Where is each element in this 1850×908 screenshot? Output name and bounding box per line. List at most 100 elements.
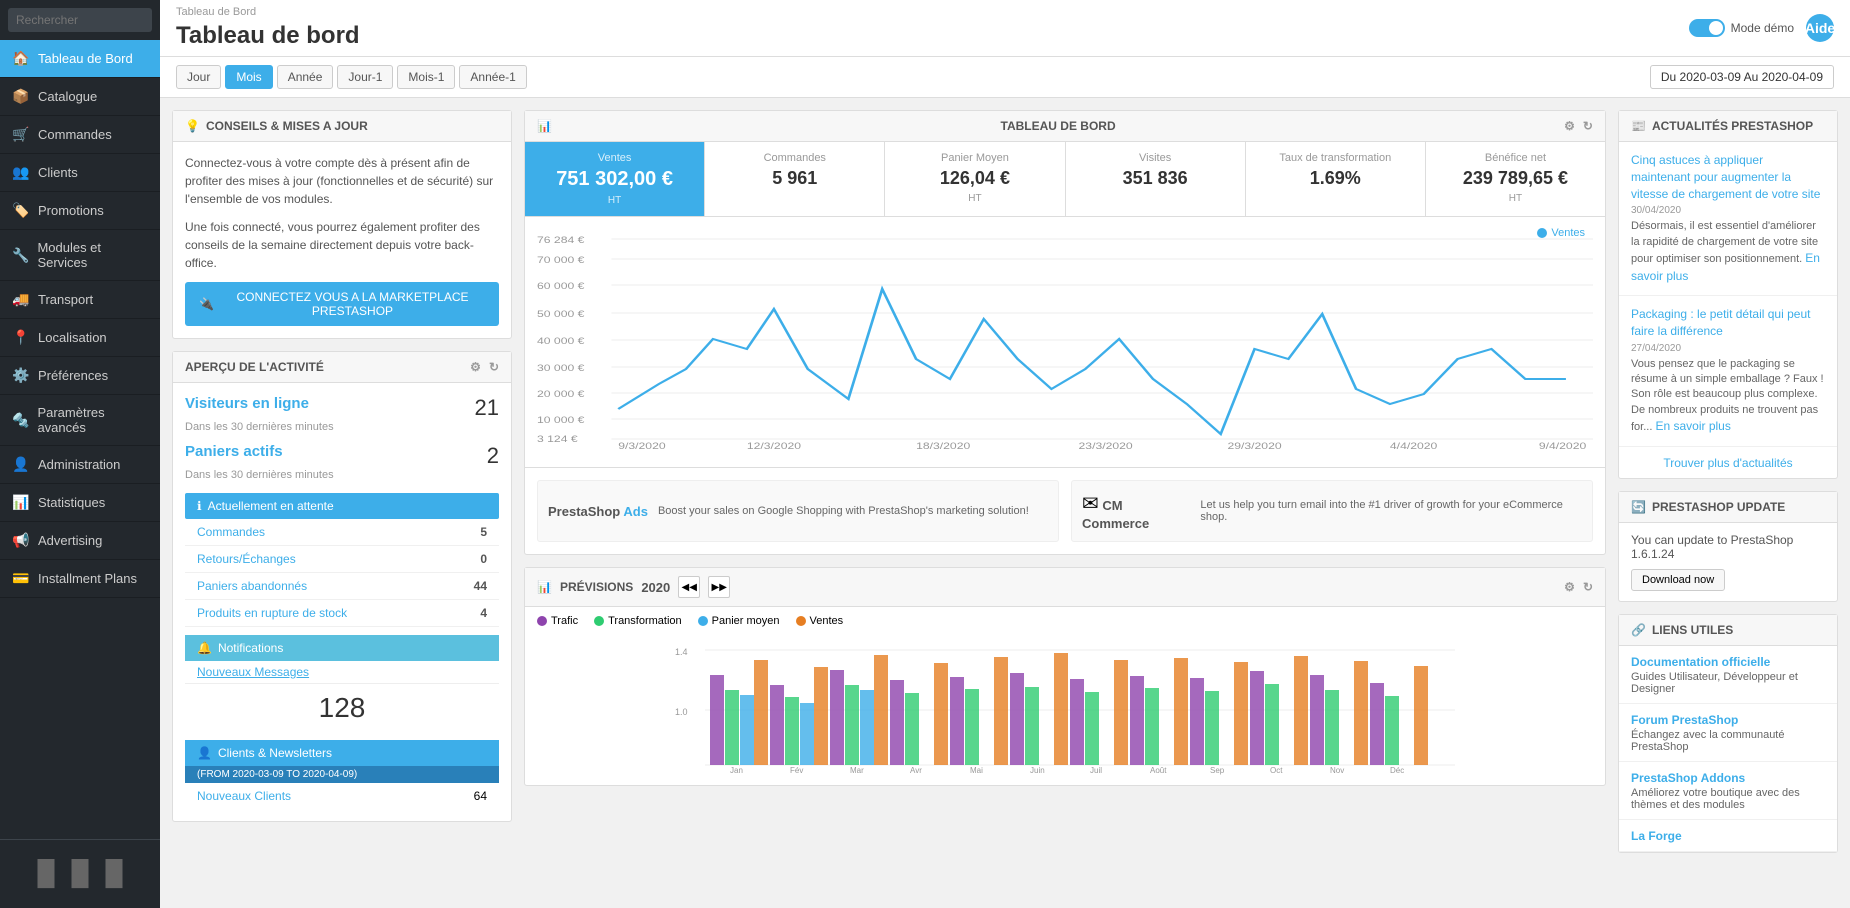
actu-title-link[interactable]: Cinq astuces à appliquer maintenant pour… — [1631, 153, 1820, 201]
actu-title-link[interactable]: Packaging : le petit détail qui peut fai… — [1631, 307, 1810, 338]
search-input[interactable] — [8, 8, 152, 32]
prev-forward-button[interactable]: ▶▶ — [708, 576, 730, 598]
sidebar-label: Installment Plans — [38, 571, 137, 586]
filter-btn-année[interactable]: Année — [277, 65, 334, 89]
help-button[interactable]: Aide — [1806, 14, 1834, 42]
sidebar-icon: 👤 — [12, 456, 30, 473]
conseils-body: Connectez-vous à votre compte dès à prés… — [173, 142, 511, 338]
apercu-icons[interactable]: ⚙ ↻ — [470, 360, 499, 374]
filter-btn-mois-1[interactable]: Mois-1 — [397, 65, 455, 89]
marketplace-connect-button[interactable]: 🔌 CONNECTEZ VOUS A LA MARKETPLACE PRESTA… — [185, 282, 499, 326]
prev-legend-item[interactable]: Panier moyen — [698, 615, 780, 627]
download-button[interactable]: Download now — [1631, 569, 1725, 591]
prev-legend-item[interactable]: Ventes — [796, 615, 844, 627]
sidebar-item-paramètres-avancés[interactable]: 🔩Paramètres avancés — [0, 395, 160, 446]
ads-row: PrestaShop Ads Boost your sales on Googl… — [525, 467, 1605, 554]
refresh-icon[interactable]: ↻ — [489, 360, 499, 374]
prev-gear-icon[interactable]: ⚙ — [1564, 580, 1575, 594]
filter-btn-mois[interactable]: Mois — [225, 65, 272, 89]
sidebar-item-modules-et-services[interactable]: 🔧Modules et Services — [0, 230, 160, 281]
kpi-cell[interactable]: Commandes5 961 — [705, 142, 885, 216]
svg-text:Août: Août — [1150, 766, 1167, 775]
sidebar-item-tableau-de-bord[interactable]: 🏠Tableau de Bord — [0, 40, 160, 78]
sidebar-item-statistiques[interactable]: 📊Statistiques — [0, 484, 160, 522]
svg-text:1.4: 1.4 — [675, 647, 688, 657]
actu-more-link[interactable]: En savoir plus — [1631, 251, 1820, 282]
tdb-refresh-icon[interactable]: ↻ — [1583, 119, 1593, 133]
liens-header: 🔗 LIENS UTILES — [1619, 615, 1837, 646]
paniers-label: Paniers actifs — [185, 443, 283, 460]
nouveaux-clients-link[interactable]: Nouveaux Clients — [197, 789, 291, 803]
kpi-suffix: HT — [968, 193, 981, 204]
filter-btn-jour-1[interactable]: Jour-1 — [337, 65, 393, 89]
attente-link[interactable]: Produits en rupture de stock — [197, 606, 347, 620]
mode-demo-toggle[interactable]: Mode démo — [1689, 19, 1794, 37]
actualites-items: Cinq astuces à appliquer maintenant pour… — [1619, 142, 1837, 447]
sidebar-item-localisation[interactable]: 📍Localisation — [0, 319, 160, 357]
notif-section: 🔔 Notifications Nouveaux Messages 128 — [185, 635, 499, 732]
sidebar-item-commandes[interactable]: 🛒Commandes — [0, 116, 160, 154]
kpi-label: Bénéfice net — [1438, 152, 1593, 164]
attente-header: ℹ Actuellement en attente — [185, 493, 499, 519]
prev-legend-item[interactable]: Trafic — [537, 615, 578, 627]
notif-messages-link[interactable]: Nouveaux Messages — [197, 665, 309, 679]
actualites-header: 📰 ACTUALITÉS PRESTASHOP — [1619, 111, 1837, 142]
sales-chart: 76 284 € 70 000 € 60 000 € 50 000 € 40 0… — [537, 229, 1593, 449]
gear-icon[interactable]: ⚙ — [470, 360, 481, 374]
sidebar-item-clients[interactable]: 👥Clients — [0, 154, 160, 192]
kpi-cell[interactable]: Bénéfice net239 789,65 €HT — [1426, 142, 1605, 216]
prev-chart-svg: 1.4 1.0 — [537, 635, 1593, 775]
sidebar-item-promotions[interactable]: 🏷️Promotions — [0, 192, 160, 230]
kpi-cell[interactable]: Ventes751 302,00 €HT — [525, 142, 705, 216]
tdb-gear-icon[interactable]: ⚙ — [1564, 119, 1575, 133]
sidebar-item-installment-plans[interactable]: 💳Installment Plans — [0, 560, 160, 598]
sidebar-icon: 🏠 — [12, 50, 30, 67]
sidebar-item-catalogue[interactable]: 📦Catalogue — [0, 78, 160, 116]
sidebar-item-administration[interactable]: 👤Administration — [0, 446, 160, 484]
ad-prestashop: PrestaShop Ads Boost your sales on Googl… — [537, 480, 1059, 542]
svg-text:Mai: Mai — [970, 766, 983, 775]
sidebar-label: Catalogue — [38, 89, 97, 104]
kpi-cell[interactable]: Taux de transformation1.69% — [1246, 142, 1426, 216]
filter-btn-année-1[interactable]: Année-1 — [459, 65, 526, 89]
tdb-header-icons[interactable]: ⚙ ↻ — [1564, 119, 1593, 133]
actu-more-link[interactable]: En savoir plus — [1655, 419, 1730, 433]
lien-link[interactable]: PrestaShop Addons — [1631, 771, 1745, 785]
main-content: Tableau de Bord Tableau de bord Mode dém… — [160, 0, 1850, 908]
kpi-cell[interactable]: Panier Moyen126,04 €HT — [885, 142, 1065, 216]
attente-row: Commandes5 — [185, 519, 499, 546]
prev-refresh-icon[interactable]: ↻ — [1583, 580, 1593, 594]
conseils-panel: 💡 CONSEILS & MISES A JOUR Connectez-vous… — [172, 110, 512, 339]
svg-text:10 000 €: 10 000 € — [537, 415, 584, 425]
kpi-suffix: HT — [608, 195, 621, 206]
date-range[interactable]: Du 2020-03-09 Au 2020-04-09 — [1650, 65, 1834, 89]
chart-icon: 📊 — [537, 119, 552, 133]
apercu-title: APERÇU DE L'ACTIVITÉ — [185, 360, 324, 374]
barcode-icon: ▐▌▐▌▐▌ — [10, 850, 150, 898]
notif-header: 🔔 Notifications — [185, 635, 499, 661]
find-more-link[interactable]: Trouver plus d'actualités — [1663, 456, 1792, 470]
filter-btn-jour[interactable]: Jour — [176, 65, 221, 89]
kpi-cell[interactable]: Visites351 836 — [1066, 142, 1246, 216]
sidebar-item-transport[interactable]: 🚚Transport — [0, 281, 160, 319]
legend-label: Transformation — [608, 615, 682, 627]
lien-link[interactable]: Forum PrestaShop — [1631, 713, 1738, 727]
sidebar-item-préférences[interactable]: ⚙️Préférences — [0, 357, 160, 395]
attente-link[interactable]: Retours/Échanges — [197, 552, 296, 566]
conseil-text-2: Une fois connecté, vous pourrez égalemen… — [185, 218, 499, 272]
sidebar-item-advertising[interactable]: 📢Advertising — [0, 522, 160, 560]
attente-link[interactable]: Commandes — [197, 525, 265, 539]
svg-text:18/3/2020: 18/3/2020 — [916, 441, 970, 449]
attente-link[interactable]: Paniers abandonnés — [197, 579, 307, 593]
toggle-knob[interactable] — [1689, 19, 1725, 37]
prev-icons[interactable]: ⚙ ↻ — [1564, 580, 1593, 594]
search-box[interactable] — [0, 0, 160, 40]
kpi-value: 351 836 — [1078, 168, 1233, 189]
sidebar-icon: 🔧 — [12, 247, 29, 264]
lien-link[interactable]: La Forge — [1631, 829, 1682, 843]
lien-link[interactable]: Documentation officielle — [1631, 655, 1770, 669]
sidebar-label: Statistiques — [38, 495, 105, 510]
prev-legend-item[interactable]: Transformation — [594, 615, 682, 627]
prev-back-button[interactable]: ◀◀ — [678, 576, 700, 598]
update-header: 🔄 PRESTASHOP UPDATE — [1619, 492, 1837, 523]
